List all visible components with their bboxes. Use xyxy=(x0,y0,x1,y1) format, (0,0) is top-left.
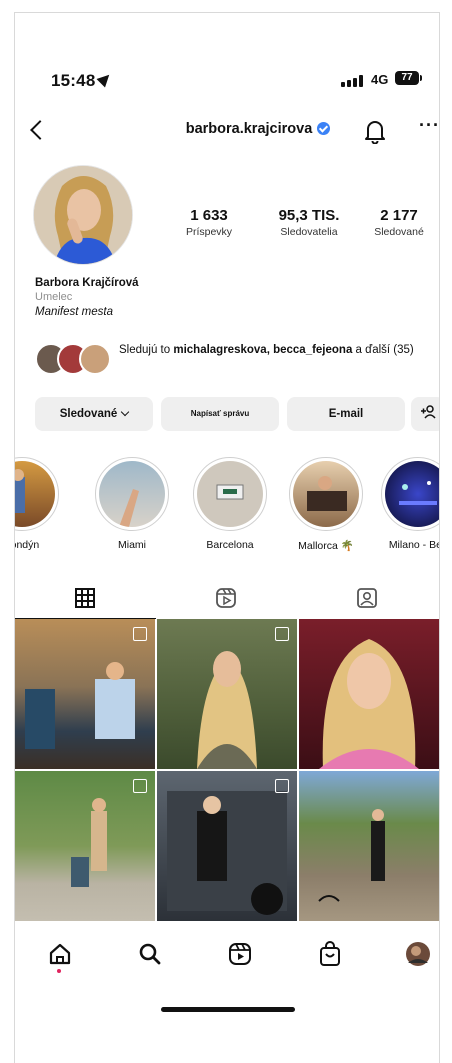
location-arrow-icon xyxy=(96,70,114,88)
highlight-label: Londýn xyxy=(15,539,40,551)
shop-icon[interactable] xyxy=(315,939,345,969)
status-time: 15:48 xyxy=(51,70,114,91)
bell-icon[interactable] xyxy=(363,118,387,145)
status-bar: 15:48 4G 77 xyxy=(15,70,439,95)
stat-followers[interactable]: 95,3 TIS. Sledovatelia xyxy=(263,207,355,238)
highlight-mallorca[interactable]: Mallorca 🌴 xyxy=(289,457,363,552)
bottom-navigation xyxy=(15,929,439,985)
message-button[interactable]: Napísať správu xyxy=(161,397,279,431)
post-thumbnail[interactable] xyxy=(157,619,297,769)
following-label: Sledované xyxy=(374,226,424,238)
avatar[interactable] xyxy=(33,165,133,265)
post-thumbnail[interactable] xyxy=(157,771,297,921)
highlight-barcelona[interactable]: Barcelona xyxy=(193,457,267,551)
highlight-label: Barcelona xyxy=(206,539,254,551)
followed-by[interactable]: Sledujú to michalagreskova, becca_fejeon… xyxy=(35,343,435,379)
more-icon[interactable]: ··· xyxy=(419,115,439,136)
followers-count: 95,3 TIS. xyxy=(278,207,340,224)
profile-avatar-icon[interactable] xyxy=(403,939,433,969)
post-thumbnail[interactable] xyxy=(299,771,439,921)
display-name: Barbora Krajčírová xyxy=(35,277,139,289)
carousel-icon xyxy=(133,779,147,793)
carousel-icon xyxy=(133,627,147,641)
network-type: 4G xyxy=(371,72,389,87)
verified-icon xyxy=(317,122,331,135)
post-thumbnail[interactable] xyxy=(299,619,439,769)
tab-reels[interactable] xyxy=(156,585,297,617)
signal-icon xyxy=(341,75,363,87)
profile-bio: Barbora Krajčírová Umelec Manifest mesta xyxy=(35,277,425,318)
reels-icon xyxy=(216,588,236,608)
followers-label: Sledovatelia xyxy=(280,226,338,238)
email-button[interactable]: E-mail xyxy=(287,397,405,431)
carousel-icon xyxy=(275,779,289,793)
post-thumbnail[interactable] xyxy=(15,771,155,921)
posts-grid xyxy=(15,619,439,925)
phone-screen: 15:48 4G 77 barbora.krajcirova ··· 1 633… xyxy=(14,12,440,1063)
home-icon[interactable] xyxy=(45,939,75,973)
grid-icon xyxy=(75,588,95,608)
highlight-milano[interactable]: Milano - Bey xyxy=(381,457,439,551)
posts-label: Príspevky xyxy=(185,226,233,238)
notification-dot xyxy=(57,969,61,973)
reels-nav-icon[interactable] xyxy=(225,939,255,969)
add-person-icon xyxy=(421,405,436,419)
stat-following[interactable]: 2 177 Sledované xyxy=(353,207,439,238)
search-icon[interactable] xyxy=(135,939,165,969)
posts-count: 1 633 xyxy=(190,207,228,224)
highlight-label: Miami xyxy=(118,539,146,551)
followed-by-text: Sledujú to michalagreskova, becca_fejeon… xyxy=(119,344,414,356)
following-count: 2 177 xyxy=(380,207,418,224)
add-person-button[interactable] xyxy=(411,397,439,431)
highlight-londyn[interactable]: Londýn xyxy=(15,457,59,551)
bio-text: Manifest mesta xyxy=(35,306,113,318)
following-button[interactable]: Sledované xyxy=(35,397,153,431)
highlight-label: Mallorca 🌴 xyxy=(298,540,354,552)
reels-badge-icon xyxy=(275,627,289,641)
highlight-miami[interactable]: Miami xyxy=(95,457,169,551)
chevron-down-icon xyxy=(121,407,130,417)
tagged-icon xyxy=(357,588,377,608)
tab-tagged[interactable] xyxy=(297,585,438,617)
post-thumbnail[interactable] xyxy=(15,619,155,769)
tab-posts-grid[interactable] xyxy=(15,585,156,619)
stat-posts[interactable]: 1 633 Príspevky xyxy=(163,207,255,238)
home-indicator xyxy=(161,1007,295,1012)
battery-icon: 77 xyxy=(395,71,422,85)
follower-avatar xyxy=(79,343,111,375)
profile-category: Umelec xyxy=(35,291,73,303)
highlight-label: Milano - Bey xyxy=(388,539,439,551)
